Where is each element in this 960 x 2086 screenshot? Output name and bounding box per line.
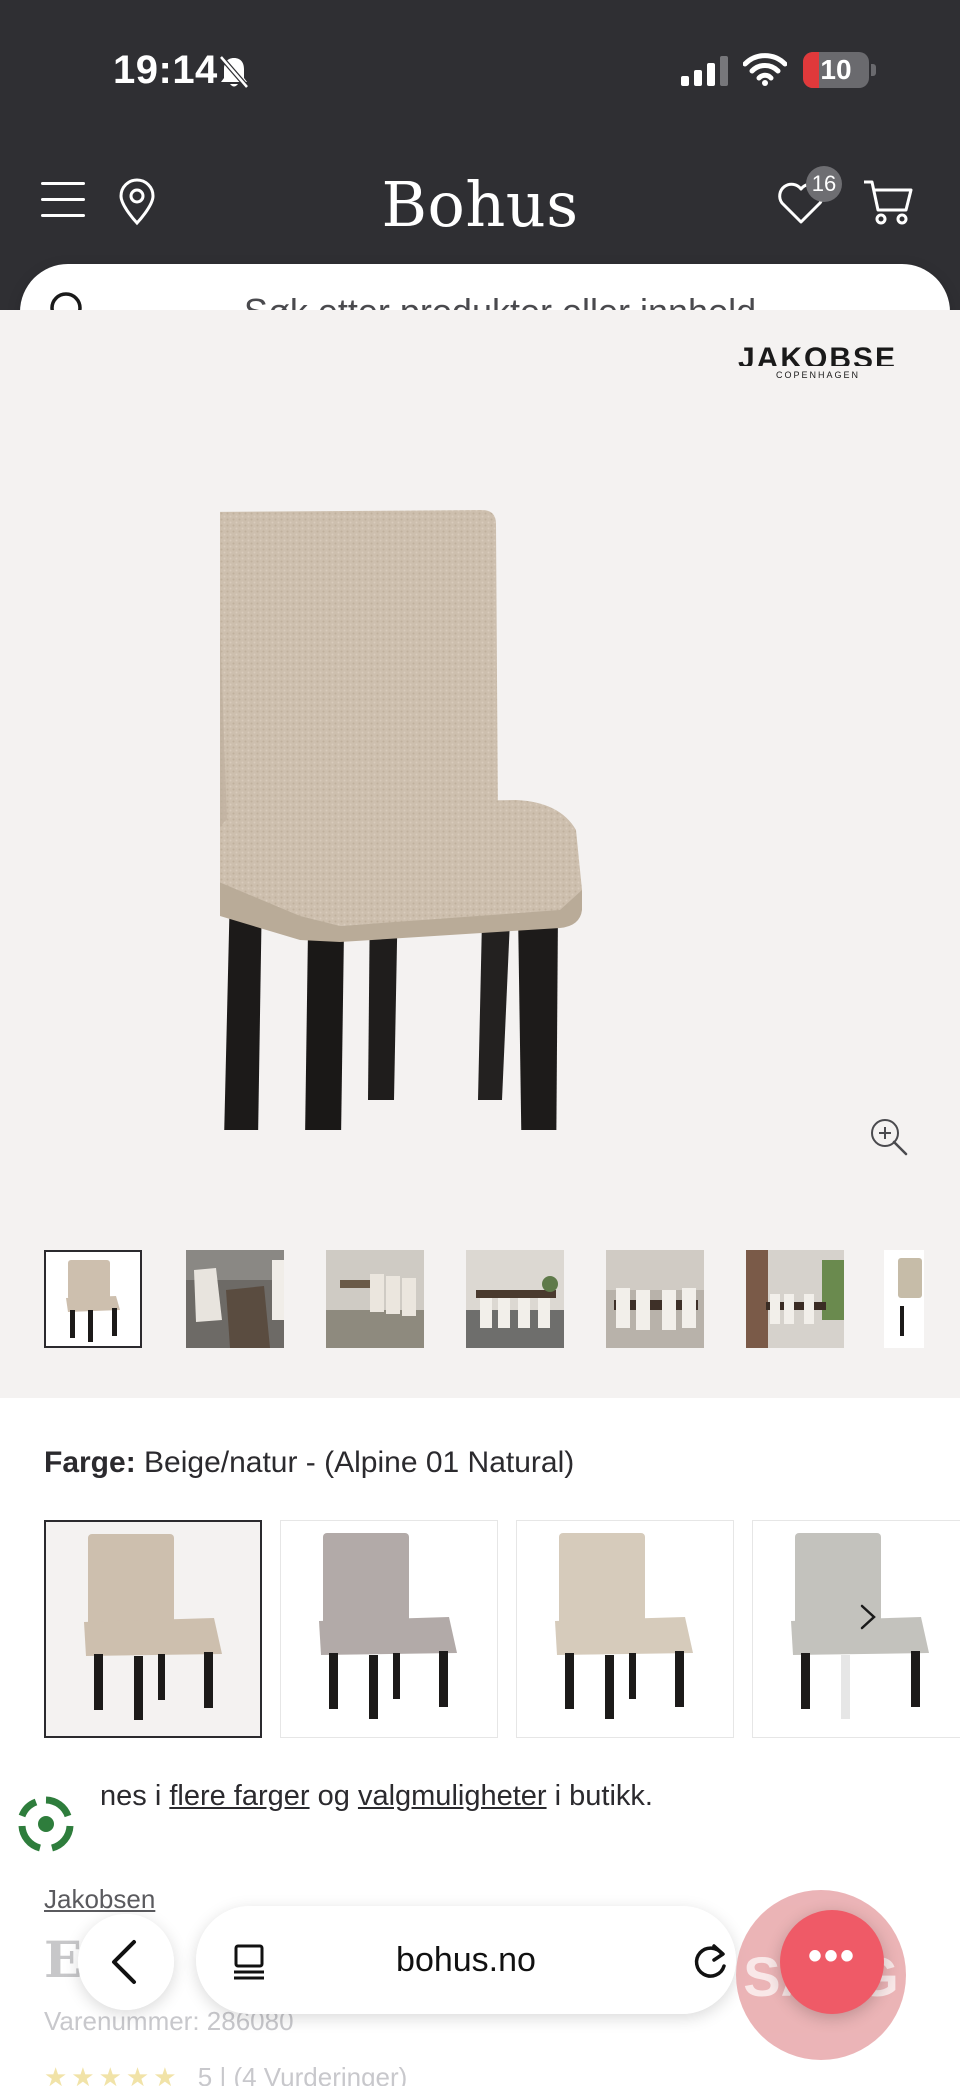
thumbnail-7[interactable] xyxy=(884,1250,924,1348)
product-image[interactable] xyxy=(189,410,740,1210)
recycle-icon[interactable] xyxy=(14,1792,78,1861)
status-time: 19:14 xyxy=(113,48,218,92)
swatch-beige[interactable] xyxy=(44,1520,262,1738)
more-options-button[interactable]: ••• xyxy=(780,1910,884,2014)
more-icon: ••• xyxy=(807,1934,856,1978)
battery-cap xyxy=(871,64,876,76)
address-bar[interactable]: bohus.no xyxy=(196,1906,736,2014)
thumbnail-strip xyxy=(0,1250,960,1360)
zoom-in-icon[interactable] xyxy=(868,1116,910,1163)
cart-icon[interactable] xyxy=(862,178,914,231)
location-pin-icon[interactable] xyxy=(117,178,157,231)
color-label: Farge: xyxy=(44,1446,136,1479)
color-selection-label: Farge: Beige/natur - (Alpine 01 Natural) xyxy=(44,1446,574,1480)
signal-icon xyxy=(681,56,729,91)
availability-text: nes i flere farger og valgmuligheter i b… xyxy=(100,1780,653,1812)
rating-stars: ★★★★★ xyxy=(44,2062,181,2086)
brand-logo: JAKOBSEN COPENHAGEN xyxy=(738,346,898,380)
wifi-icon xyxy=(742,52,788,91)
thumbnail-4[interactable] xyxy=(466,1250,564,1348)
chevron-left-icon xyxy=(112,1940,136,1984)
browser-back-button[interactable] xyxy=(78,1914,174,2010)
bohus-logo[interactable]: Bohus xyxy=(330,168,630,241)
swatch-natural[interactable] xyxy=(516,1520,734,1738)
battery-indicator: 10 xyxy=(803,52,869,88)
thumbnail-3[interactable] xyxy=(326,1250,424,1348)
status-bar: 19:14 10 xyxy=(0,0,960,140)
favorites-badge: 16 xyxy=(806,166,842,202)
swatch-grey-taupe[interactable] xyxy=(280,1520,498,1738)
thumbnail-1[interactable] xyxy=(44,1250,142,1348)
brand-link[interactable]: Jakobsen xyxy=(44,1884,155,1915)
chevron-right-icon[interactable] xyxy=(850,1600,884,1639)
thumbnail-6[interactable] xyxy=(746,1250,844,1348)
product-rating[interactable]: ★★★★★ 5 | (4 Vurderinger) xyxy=(44,2062,407,2086)
rating-text: 5 | (4 Vurderinger) xyxy=(197,2062,408,2086)
battery-percent: 10 xyxy=(820,54,852,85)
thumbnail-5[interactable] xyxy=(606,1250,704,1348)
product-title: E xyxy=(44,1930,83,1989)
nav-row: Bohus 16 xyxy=(0,160,960,250)
url-text: bohus.no xyxy=(396,1941,536,1979)
options-link[interactable]: valgmuligheter xyxy=(358,1780,547,1812)
more-colors-link[interactable]: flere farger xyxy=(169,1780,309,1812)
bell-off-icon xyxy=(217,54,251,95)
reload-icon[interactable] xyxy=(690,1940,730,1987)
menu-icon[interactable] xyxy=(41,182,87,222)
color-swatches xyxy=(44,1520,960,1738)
product-gallery: JAKOBSEN COPENHAGEN xyxy=(0,310,960,1398)
thumbnail-2[interactable] xyxy=(186,1250,284,1348)
color-value: Beige/natur - (Alpine 01 Natural) xyxy=(144,1446,575,1479)
